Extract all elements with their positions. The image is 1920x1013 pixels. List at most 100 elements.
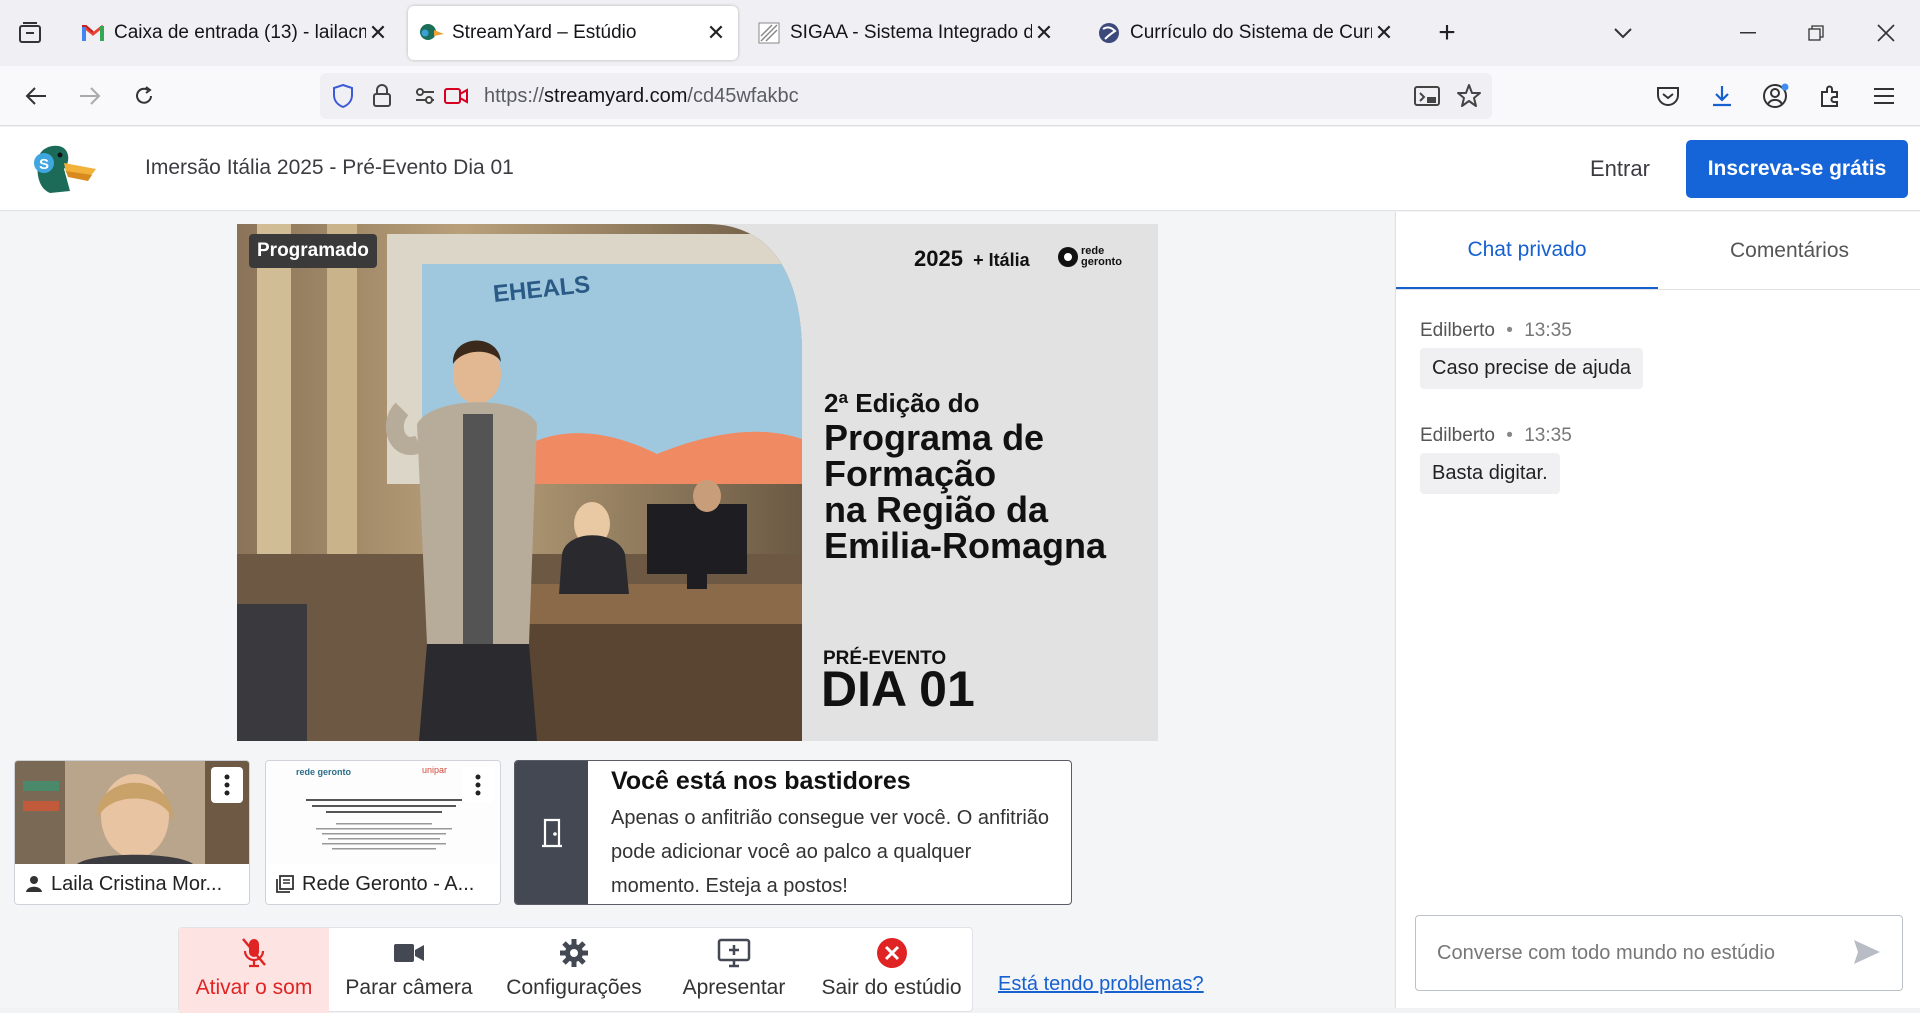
program-title-line: Formação <box>824 453 997 494</box>
message-author: Edilberto <box>1420 425 1495 446</box>
streamyard-logo[interactable]: S <box>30 141 100 197</box>
login-link[interactable]: Entrar <box>1590 156 1650 182</box>
tabs-divider <box>1396 289 1920 290</box>
chat-message: Caso precise de ajuda <box>1420 348 1644 389</box>
tile-options-icon[interactable] <box>462 767 494 803</box>
tab-label: StreamYard – Estúdio <box>452 22 637 43</box>
app-header: S Imersão Itália 2025 - Pré-Evento Dia 0… <box>0 127 1920 211</box>
door-icon <box>515 761 588 904</box>
url-text: https://streamyard.com/cd45wfakbc <box>484 85 799 108</box>
close-tab-icon[interactable]: ✕ <box>704 20 728 45</box>
url-domain: streamyard.com <box>544 84 688 107</box>
streamyard-icon <box>418 20 444 46</box>
brand-year: 2025 <box>914 246 963 271</box>
camera-blocked-icon[interactable] <box>444 86 468 111</box>
restore-icon[interactable] <box>1798 16 1834 50</box>
event-brand: 2025 + Itália <box>914 246 1030 272</box>
participant-tile-camera[interactable]: Laila Cristina Mor... <box>14 760 250 905</box>
leave-studio-button[interactable]: Sair do estúdio <box>809 928 974 1013</box>
tab-comments[interactable]: Comentários <box>1658 212 1920 290</box>
edition-text: 2ª Edição do <box>824 388 980 418</box>
downloads-icon[interactable] <box>1704 78 1740 114</box>
leave-x-icon <box>876 934 908 972</box>
lock-icon[interactable] <box>372 84 392 113</box>
permissions-icon[interactable] <box>414 86 436 111</box>
sigaa-icon <box>756 20 782 46</box>
present-screen-icon <box>717 934 751 972</box>
backstage-text: Apenas o anfitrião consegue ver você. O … <box>611 807 1050 897</box>
close-tab-icon[interactable]: ✕ <box>366 20 390 45</box>
person-icon <box>26 876 42 892</box>
tab-streamyard[interactable]: StreamYard – Estúdio ✕ <box>408 6 738 60</box>
leave-studio-label: Sair do estúdio <box>821 976 962 999</box>
list-tabs-chevron-icon[interactable] <box>1606 18 1640 48</box>
close-tab-icon[interactable]: ✕ <box>1032 20 1056 45</box>
settings-label: Configurações <box>506 976 642 999</box>
tab-gmail[interactable]: Caixa de entrada (13) - lailacmd ✕ <box>70 6 400 60</box>
chat-message: Basta digitar. <box>1420 453 1560 494</box>
tab-label: Currículo do Sistema de Currícu <box>1130 22 1372 43</box>
message-author: Edilberto <box>1420 320 1495 341</box>
message-meta: Edilberto • 13:35 <box>1420 320 1572 342</box>
tab-sigaa[interactable]: SIGAA - Sistema Integrado de G ✕ <box>746 6 1066 60</box>
lattes-icon <box>1096 20 1122 46</box>
unmute-label: Ativar o som <box>195 976 313 999</box>
rede-geronto-logo-text: rede geronto <box>1081 245 1122 268</box>
gmail-icon <box>80 20 106 46</box>
back-icon[interactable] <box>18 78 54 114</box>
chat-input-box <box>1415 915 1903 991</box>
message-meta: Edilberto • 13:35 <box>1420 425 1572 447</box>
bookmark-star-icon[interactable] <box>1456 83 1482 114</box>
scheduled-badge: Programado <box>249 234 377 268</box>
stop-camera-button[interactable]: Parar câmera <box>329 928 489 1013</box>
tile-options-icon[interactable] <box>211 767 243 803</box>
meta-separator: • <box>1506 320 1513 341</box>
navigation-bar: https://streamyard.com/cd45wfakbc <box>0 66 1920 126</box>
day-label: DIA 01 <box>821 661 975 717</box>
tab-private-chat[interactable]: Chat privado <box>1396 212 1658 290</box>
participant-caption: Laila Cristina Mor... <box>15 864 249 904</box>
minimize-icon[interactable] <box>1730 16 1766 50</box>
menu-hamburger-icon[interactable] <box>1866 78 1902 114</box>
backstage-notice: Você está nos bastidores Apenas o anfitr… <box>514 760 1072 905</box>
program-title-line: na Região da <box>824 489 1049 530</box>
unmute-button[interactable]: Ativar o som <box>179 928 329 1013</box>
chat-sidebar: Chat privado Comentários Edilberto • 13:… <box>1395 212 1920 1008</box>
account-icon[interactable] <box>1758 78 1794 114</box>
new-tab-icon[interactable]: + <box>1430 16 1464 50</box>
meta-separator: • <box>1506 425 1513 446</box>
picture-in-picture-icon[interactable] <box>1414 84 1440 113</box>
brand-country: + Itália <box>973 250 1030 270</box>
reload-icon[interactable] <box>126 78 162 114</box>
tab-label: Caixa de entrada (13) - lailacmd <box>114 22 366 43</box>
having-problems-link[interactable]: Está tendo problemas? <box>998 973 1204 996</box>
forward-icon[interactable] <box>72 78 108 114</box>
program-title-line: Emilia-Romagna <box>824 525 1107 566</box>
backstage-title: Você está nos bastidores <box>611 767 911 795</box>
mic-off-icon <box>240 934 268 972</box>
participant-tile-screen[interactable]: rede geronto unipar Rede Geronto - A... <box>265 760 501 905</box>
close-tab-icon[interactable]: ✕ <box>1372 20 1396 45</box>
message-time: 13:35 <box>1524 320 1572 341</box>
chat-input[interactable] <box>1416 916 1836 990</box>
present-button[interactable]: Apresentar <box>659 928 809 1013</box>
send-icon[interactable] <box>1852 938 1882 971</box>
pocket-icon[interactable] <box>1650 78 1686 114</box>
tracking-shield-icon[interactable] <box>332 83 354 113</box>
url-prefix: https:// <box>484 84 545 107</box>
settings-button[interactable]: Configurações <box>489 928 659 1013</box>
participant-caption: Rede Geronto - A... <box>266 864 500 904</box>
url-path: /cd45wfakbc <box>687 84 799 107</box>
extensions-icon[interactable] <box>1812 78 1848 114</box>
url-bar[interactable]: https://streamyard.com/cd45wfakbc <box>320 73 1492 119</box>
tab-lattes[interactable]: Currículo do Sistema de Currícu ✕ <box>1086 6 1406 60</box>
present-label: Apresentar <box>682 976 786 999</box>
signup-button[interactable]: Inscreva-se grátis <box>1686 140 1908 198</box>
browser-tab-bar: Caixa de entrada (13) - lailacmd ✕ Strea… <box>0 0 1920 66</box>
program-title: Programa de Formação na Região da Emilia… <box>824 420 1144 564</box>
tab-overview-icon[interactable] <box>12 17 48 49</box>
close-window-icon[interactable] <box>1868 16 1904 50</box>
screen-share-icon <box>276 875 294 893</box>
svg-text:S: S <box>39 156 49 173</box>
stop-camera-label: Parar câmera <box>345 976 473 999</box>
